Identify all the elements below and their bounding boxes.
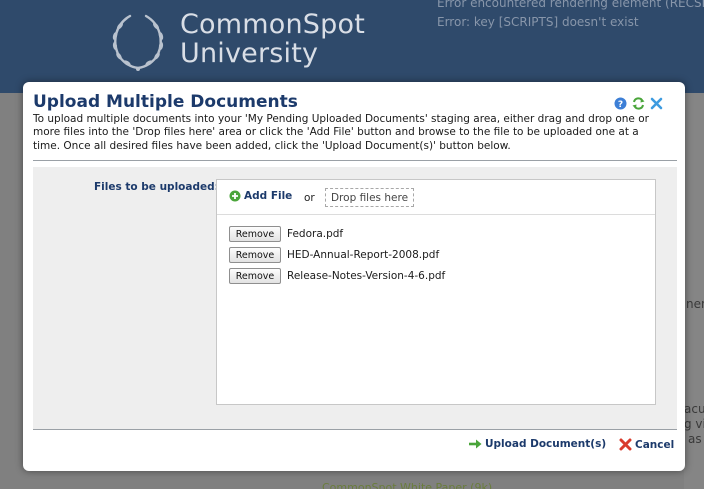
cancel-icon (619, 438, 632, 451)
dialog-description: To upload multiple documents into your '… (33, 113, 649, 152)
or-text: or (304, 192, 315, 204)
add-file-button[interactable]: Add File (229, 190, 292, 202)
dialog-body: Files to be uploaded: Add File or Drop f… (33, 167, 677, 429)
file-row: Remove HED-Annual-Report-2008.pdf (229, 247, 439, 263)
upload-toolbar: Add File or Drop files here (217, 180, 655, 215)
error-message: Error: key [SCRIPTS] doesn't exist (437, 15, 639, 29)
logo-line-2: University (180, 38, 319, 69)
add-icon (229, 190, 241, 202)
divider (33, 429, 677, 430)
remove-button[interactable]: Remove (229, 247, 281, 263)
error-message: Error encountered rendering element (REC… (437, 0, 704, 10)
file-row: Remove Release-Notes-Version-4-6.pdf (229, 268, 445, 284)
page-text-fragment: as (688, 432, 702, 446)
cancel-label: Cancel (635, 438, 675, 451)
drop-zone[interactable]: Drop files here (325, 188, 414, 207)
site-header: CommonSpot University Error encountered … (0, 0, 704, 93)
upload-documents-button[interactable]: Upload Document(s) (468, 438, 606, 450)
file-row: Remove Fedora.pdf (229, 226, 343, 242)
help-icon[interactable]: ? (613, 96, 627, 110)
arrow-right-icon (469, 439, 482, 449)
logo-line-1: CommonSpot (180, 9, 365, 40)
dialog-controls: ? (613, 96, 663, 110)
wreath-icon (112, 14, 164, 71)
upload-documents-label: Upload Document(s) (485, 438, 607, 450)
dialog-title: Upload Multiple Documents (33, 92, 298, 112)
file-name: Fedora.pdf (287, 228, 344, 240)
page-text-fragment: g vis (684, 417, 704, 431)
page-text-fragment: acu (684, 402, 704, 416)
remove-button[interactable]: Remove (229, 226, 281, 242)
error-messages: Error encountered rendering element (REC… (437, 0, 704, 32)
page-text-fragment: nent (686, 297, 704, 311)
file-name: Release-Notes-Version-4-6.pdf (287, 270, 446, 282)
cancel-button[interactable]: Cancel (619, 438, 674, 451)
remove-button[interactable]: Remove (229, 268, 281, 284)
refresh-icon[interactable] (631, 96, 645, 110)
files-label: Files to be uploaded: (94, 181, 219, 193)
page-link-fragment[interactable]: CommonSpot White Paper (9k) (322, 481, 492, 489)
divider (33, 160, 677, 161)
add-file-label: Add File (244, 190, 293, 202)
svg-text:?: ? (617, 100, 622, 110)
dialog-footer: Upload Document(s) Cancel (23, 438, 685, 460)
site-logo[interactable]: CommonSpot University (180, 10, 365, 68)
file-name: HED-Annual-Report-2008.pdf (287, 249, 440, 261)
upload-panel: Add File or Drop files here Remove Fedor… (216, 179, 656, 405)
close-icon[interactable] (649, 96, 663, 110)
upload-dialog: Upload Multiple Documents ? To upload mu… (23, 82, 685, 471)
